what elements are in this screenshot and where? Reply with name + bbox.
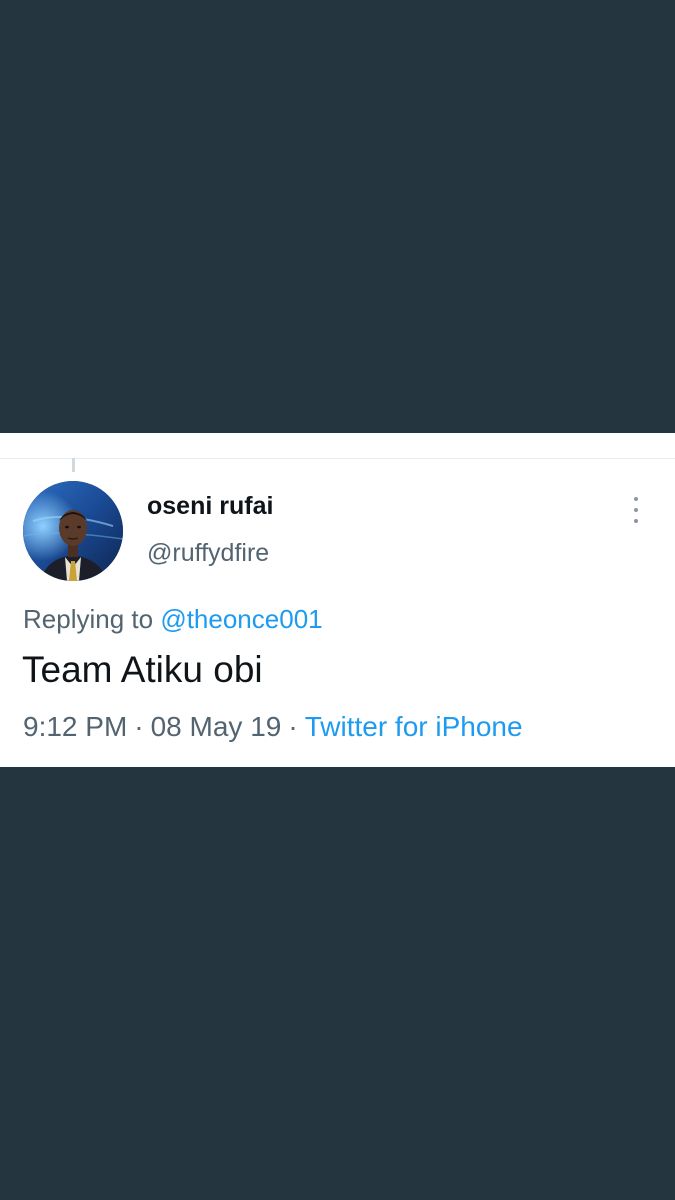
author-display-name[interactable]: oseni rufai <box>147 492 273 521</box>
tweet-time[interactable]: 9:12 PM <box>23 711 127 742</box>
replying-to-label: Replying to <box>23 604 161 634</box>
more-vertical-icon <box>634 508 638 512</box>
more-vertical-icon <box>634 497 638 501</box>
avatar-photo <box>23 481 123 581</box>
tweet-card: oseni rufai @ruffydfire Replying to @the… <box>0 433 675 767</box>
tweet-metadata: 9:12 PM · 08 May 19 · Twitter for iPhone <box>23 711 523 743</box>
more-vertical-icon <box>634 519 638 523</box>
tweet-date[interactable]: 08 May 19 <box>151 711 282 742</box>
tweet-text: Team Atiku obi <box>22 649 263 690</box>
replying-to: Replying to @theonce001 <box>23 604 323 635</box>
avatar[interactable] <box>23 481 123 581</box>
divider <box>0 458 675 459</box>
meta-separator: · <box>134 711 144 742</box>
thread-connector-line <box>72 458 75 472</box>
more-options-button[interactable] <box>624 495 648 529</box>
meta-separator: · <box>288 711 298 742</box>
tweet-source-link[interactable]: Twitter for iPhone <box>305 711 523 742</box>
author-handle[interactable]: @ruffydfire <box>147 539 269 568</box>
replying-to-link[interactable]: @theonce001 <box>160 604 322 634</box>
